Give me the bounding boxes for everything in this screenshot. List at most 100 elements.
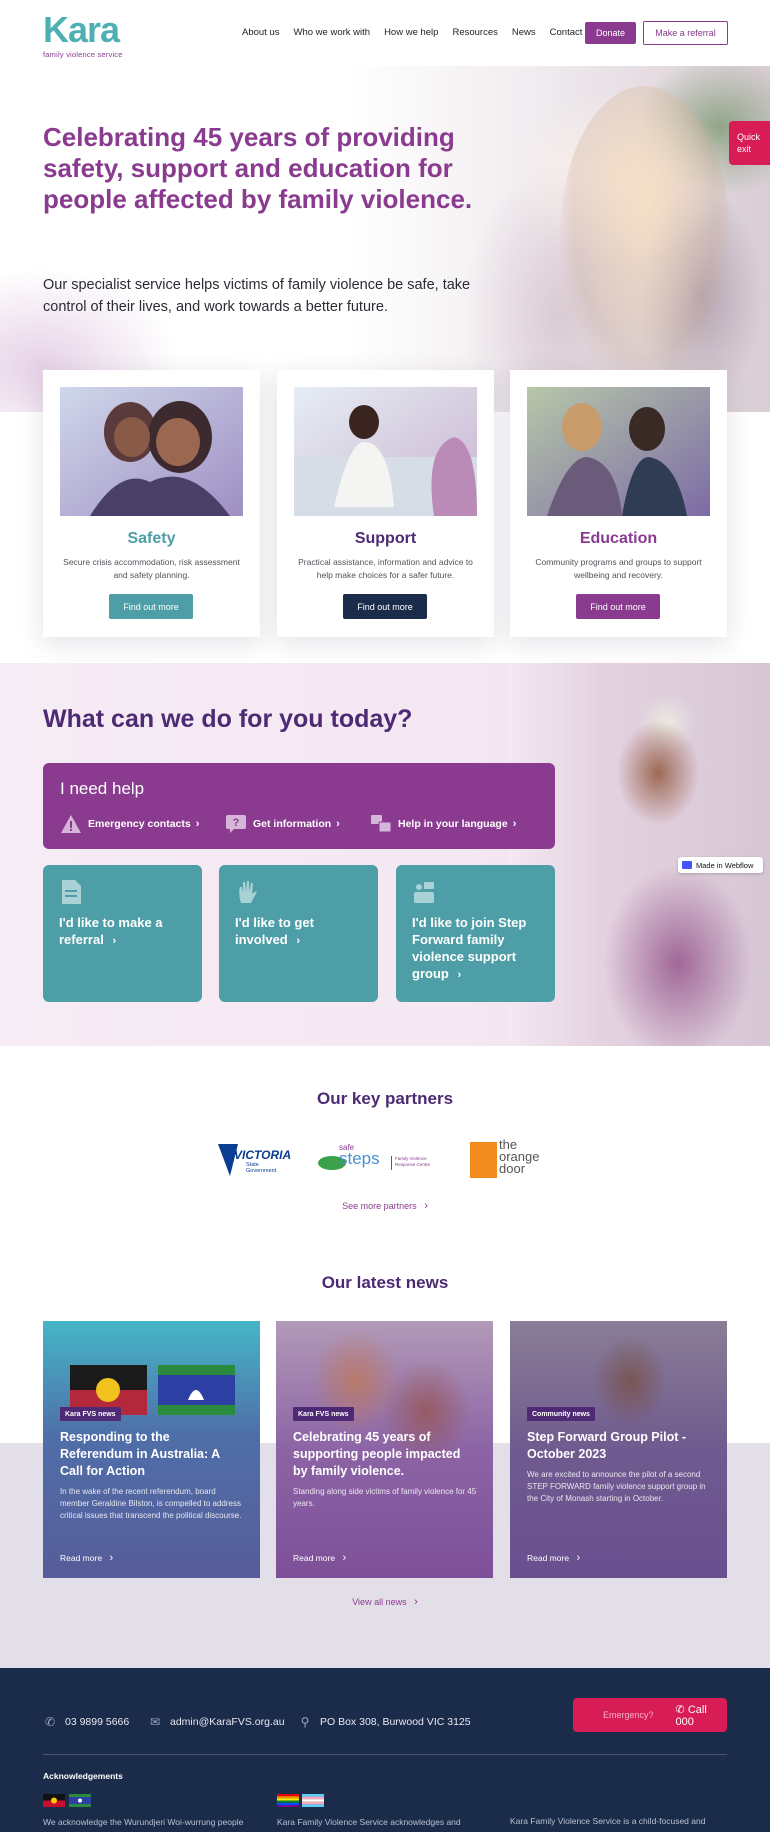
victoria-subtext: State Government (246, 1162, 277, 1174)
help-in-your-language-link[interactable]: Help in your language › (370, 814, 516, 834)
news-excerpt: We are excited to announce the pilot of … (527, 1470, 706, 1503)
pillar-card-safety: Safety Secure crisis accommodation, risk… (43, 370, 260, 637)
make-referral-card-label: I'd like to make a referral › (59, 915, 163, 947)
acknowledgement-country-text: We acknowledge the Wurundjeri Woi-wurrun… (43, 1817, 244, 1827)
news-card-step-forward[interactable]: Community news Step Forward Group Pilot … (510, 1321, 727, 1578)
quick-exit-label-2: exit (737, 144, 752, 154)
help-in-your-language-label: Help in your language (398, 818, 508, 830)
logo-tagline: family violence service (43, 50, 123, 59)
safe-steps-divider (391, 1156, 392, 1170)
made-in-webflow-badge[interactable]: Made in Webflow (678, 857, 763, 873)
svg-text:?: ? (233, 817, 240, 829)
view-all-news-link[interactable]: View all news › (0, 1596, 770, 1608)
pillar-text-education: Community programs and groups to support… (535, 557, 702, 580)
news-tag: Community news (527, 1407, 595, 1421)
logo-wordmark: Kara (43, 9, 120, 50)
footer-email[interactable]: ✉ admin@KaraFVS.org.au (148, 1715, 285, 1729)
group-icon (414, 882, 434, 903)
join-step-forward-card[interactable]: I'd like to join Step Forward family vio… (396, 865, 555, 1002)
main-nav: About us Who we work with How we help Re… (242, 27, 596, 38)
safe-steps-subtext: Family Violence Response Centre (395, 1156, 431, 1167)
get-information-link[interactable]: ? Get information › (225, 814, 340, 834)
emergency-question: Emergency? (603, 1710, 654, 1720)
news-excerpt: In the wake of the recent referendum, bo… (60, 1487, 242, 1520)
nav-how-we-help[interactable]: How we help (384, 27, 438, 38)
emergency-contacts-link[interactable]: Emergency contacts › (60, 814, 199, 834)
news-card-45-years[interactable]: Kara FVS news Celebrating 45 years of su… (276, 1321, 493, 1578)
get-involved-card-label: I'd like to get involved › (235, 915, 314, 947)
mail-icon: ✉ (149, 1715, 161, 1729)
postal-address: PO Box 308, Burwood VIC 3125 (320, 1716, 471, 1728)
quick-exit-label-1: Quick (737, 132, 761, 142)
raised-hand-icon (239, 881, 257, 903)
emergency-call-button[interactable]: Emergency? ✆ Call 000 (573, 1698, 727, 1732)
orange-door-logo[interactable]: the orange door (470, 1137, 555, 1179)
webflow-icon (682, 861, 692, 869)
call-000-label: ✆ Call 000 (675, 1703, 707, 1728)
news-tag: Kara FVS news (60, 1407, 121, 1421)
hero-section: Celebrating 45 years of providing safety… (0, 66, 770, 412)
acknowledgement-lgbtiq-text: Kara Family Violence Service acknowledge… (277, 1817, 461, 1827)
site-header: Kara family violence service About us Wh… (0, 0, 770, 66)
news-card-referendum[interactable]: Kara FVS news Responding to the Referend… (43, 1321, 260, 1578)
acknowledgements-heading: Acknowledgements (43, 1771, 123, 1781)
safe-steps-logo[interactable]: safe steps Family Violence Response Centr… (317, 1143, 437, 1175)
hero-photo (560, 86, 730, 386)
emergency-contacts-label: Emergency contacts (88, 818, 191, 830)
victoria-government-logo[interactable]: VICTORIA State Government (216, 1140, 291, 1178)
make-referral-button[interactable]: Make a referral (643, 21, 728, 45)
orange-door-wordmark: the orange door (499, 1137, 540, 1176)
i-need-help-title: I need help (60, 779, 145, 798)
email-address: admin@KaraFVS.org.au (170, 1716, 285, 1728)
nav-about-us[interactable]: About us (242, 27, 280, 38)
acknowledgement-child-safe-text: Kara Family Violence Service is a child-… (510, 1816, 706, 1826)
news-headline: Step Forward Group Pilot - October 2023 (527, 1430, 687, 1461)
footer-divider (43, 1754, 727, 1755)
see-more-partners-link[interactable]: See more partners › (0, 1200, 770, 1212)
pillar-text-support: Practical assistance, information and ad… (298, 557, 473, 580)
nav-contact[interactable]: Contact (550, 27, 583, 38)
read-more-link[interactable]: Read more › (293, 1552, 346, 1564)
make-referral-card[interactable]: I'd like to make a referral › (43, 865, 202, 1002)
read-more-link[interactable]: Read more › (527, 1552, 580, 1564)
hero-title: Celebrating 45 years of providing safety… (43, 122, 473, 214)
join-step-forward-card-label: I'd like to join Step Forward family vio… (412, 915, 527, 981)
news-tag: Kara FVS news (293, 1407, 354, 1421)
get-involved-card[interactable]: I'd like to get involved › (219, 865, 378, 1002)
what-can-we-do-title: What can we do for you today? (43, 705, 413, 733)
footer-phone[interactable]: ✆ 03 9899 5666 (43, 1715, 129, 1729)
pillar-card-support: Support Practical assistance, informatio… (277, 370, 494, 637)
support-find-out-more-button[interactable]: Find out more (343, 594, 427, 619)
transgender-flag-icon (302, 1794, 324, 1807)
safety-find-out-more-button[interactable]: Find out more (109, 594, 193, 619)
document-icon (62, 880, 81, 904)
footer-address: ⚲ PO Box 308, Burwood VIC 3125 (298, 1715, 471, 1729)
phone-icon: ✆ (44, 1715, 56, 1729)
kara-logo[interactable]: Kara family violence service (43, 9, 123, 60)
nav-who-we-work-with[interactable]: Who we work with (294, 27, 371, 38)
quick-exit-button[interactable]: Quick exit (729, 121, 770, 165)
safety-photo (60, 387, 243, 516)
what-can-we-do-section: What can we do for you today? I need hel… (0, 663, 770, 1046)
translate-icon (371, 815, 392, 833)
news-headline: Responding to the Referendum in Australi… (60, 1430, 220, 1478)
nav-news[interactable]: News (512, 27, 536, 38)
read-more-link[interactable]: Read more › (60, 1552, 113, 1564)
nav-resources[interactable]: Resources (452, 27, 497, 38)
aboriginal-flag-icon (43, 1794, 65, 1807)
donate-button[interactable]: Donate (585, 22, 636, 44)
site-footer: ✆ 03 9899 5666 ✉ admin@KaraFVS.org.au ⚲ … (0, 1668, 770, 1832)
education-find-out-more-button[interactable]: Find out more (576, 594, 660, 619)
safe-steps-word: steps (339, 1149, 380, 1168)
location-pin-icon: ⚲ (300, 1715, 310, 1729)
education-photo (527, 387, 710, 516)
chevron-right-icon: › (336, 818, 340, 830)
key-partners-title: Our key partners (316, 1089, 454, 1108)
chevron-right-icon: › (512, 818, 517, 830)
news-headline: Celebrating 45 years of supporting peopl… (293, 1430, 461, 1478)
rainbow-flag-icon (277, 1794, 299, 1807)
torres-strait-flag-icon (69, 1794, 91, 1807)
question-bubble-icon: ? (226, 815, 246, 833)
support-photo (294, 387, 477, 516)
news-excerpt: Standing along side victims of family vi… (293, 1487, 477, 1508)
